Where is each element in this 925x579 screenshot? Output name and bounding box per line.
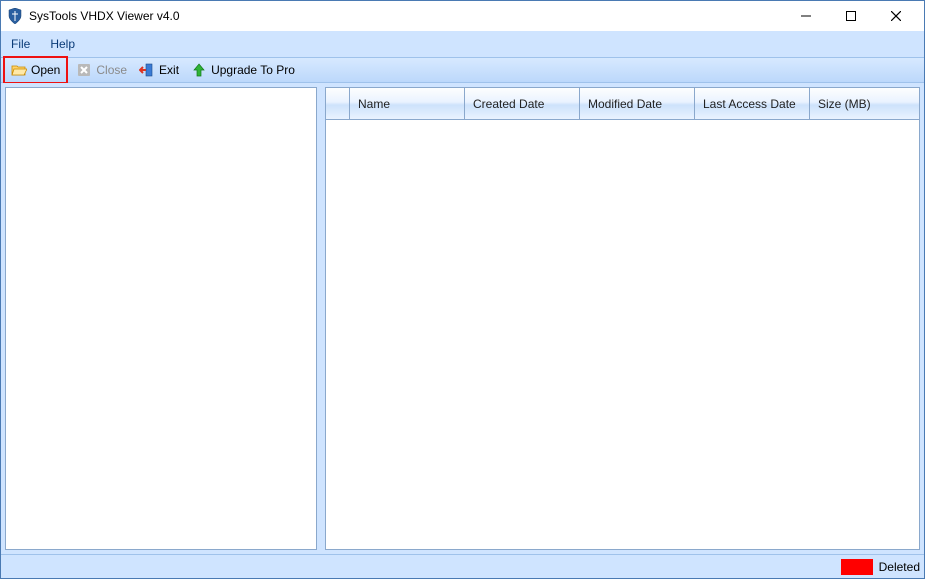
exit-icon <box>139 62 155 78</box>
open-button-highlight: Open <box>3 56 68 84</box>
column-modified-date[interactable]: Modified Date <box>580 88 695 119</box>
content-area: Name Created Date Modified Date Last Acc… <box>1 83 924 554</box>
statusbar: Deleted <box>1 554 924 578</box>
deleted-legend-label: Deleted <box>879 560 920 574</box>
minimize-button[interactable] <box>783 2 828 30</box>
column-size[interactable]: Size (MB) <box>810 88 919 119</box>
menu-file[interactable]: File <box>11 37 30 51</box>
maximize-button[interactable] <box>828 2 873 30</box>
exit-label: Exit <box>159 63 179 77</box>
toolbar: Open Close Exit <box>1 57 924 83</box>
upgrade-button[interactable]: Upgrade To Pro <box>187 59 299 81</box>
upgrade-icon <box>191 62 207 78</box>
column-created-date[interactable]: Created Date <box>465 88 580 119</box>
open-button[interactable]: Open <box>7 59 64 81</box>
folder-open-icon <box>11 62 27 78</box>
tree-pane[interactable] <box>5 87 317 550</box>
close-button[interactable] <box>873 2 918 30</box>
menubar: File Help <box>1 31 924 57</box>
column-last-access-date[interactable]: Last Access Date <box>695 88 810 119</box>
close-file-icon <box>76 62 92 78</box>
upgrade-label: Upgrade To Pro <box>211 63 295 77</box>
column-name[interactable]: Name <box>350 88 465 119</box>
titlebar: SysTools VHDX Viewer v4.0 <box>1 1 924 31</box>
menu-help[interactable]: Help <box>50 37 75 51</box>
exit-button[interactable]: Exit <box>135 59 183 81</box>
deleted-color-swatch <box>841 559 873 575</box>
grid-header: Name Created Date Modified Date Last Acc… <box>326 88 919 120</box>
open-label: Open <box>31 63 60 77</box>
close-label: Close <box>96 63 127 77</box>
close-file-button: Close <box>72 59 131 81</box>
app-window: SysTools VHDX Viewer v4.0 File Help <box>0 0 925 579</box>
app-icon <box>7 8 23 24</box>
list-pane: Name Created Date Modified Date Last Acc… <box>325 87 920 550</box>
grid-body[interactable] <box>326 120 919 549</box>
column-checkbox[interactable] <box>326 88 350 119</box>
window-title: SysTools VHDX Viewer v4.0 <box>29 9 180 23</box>
